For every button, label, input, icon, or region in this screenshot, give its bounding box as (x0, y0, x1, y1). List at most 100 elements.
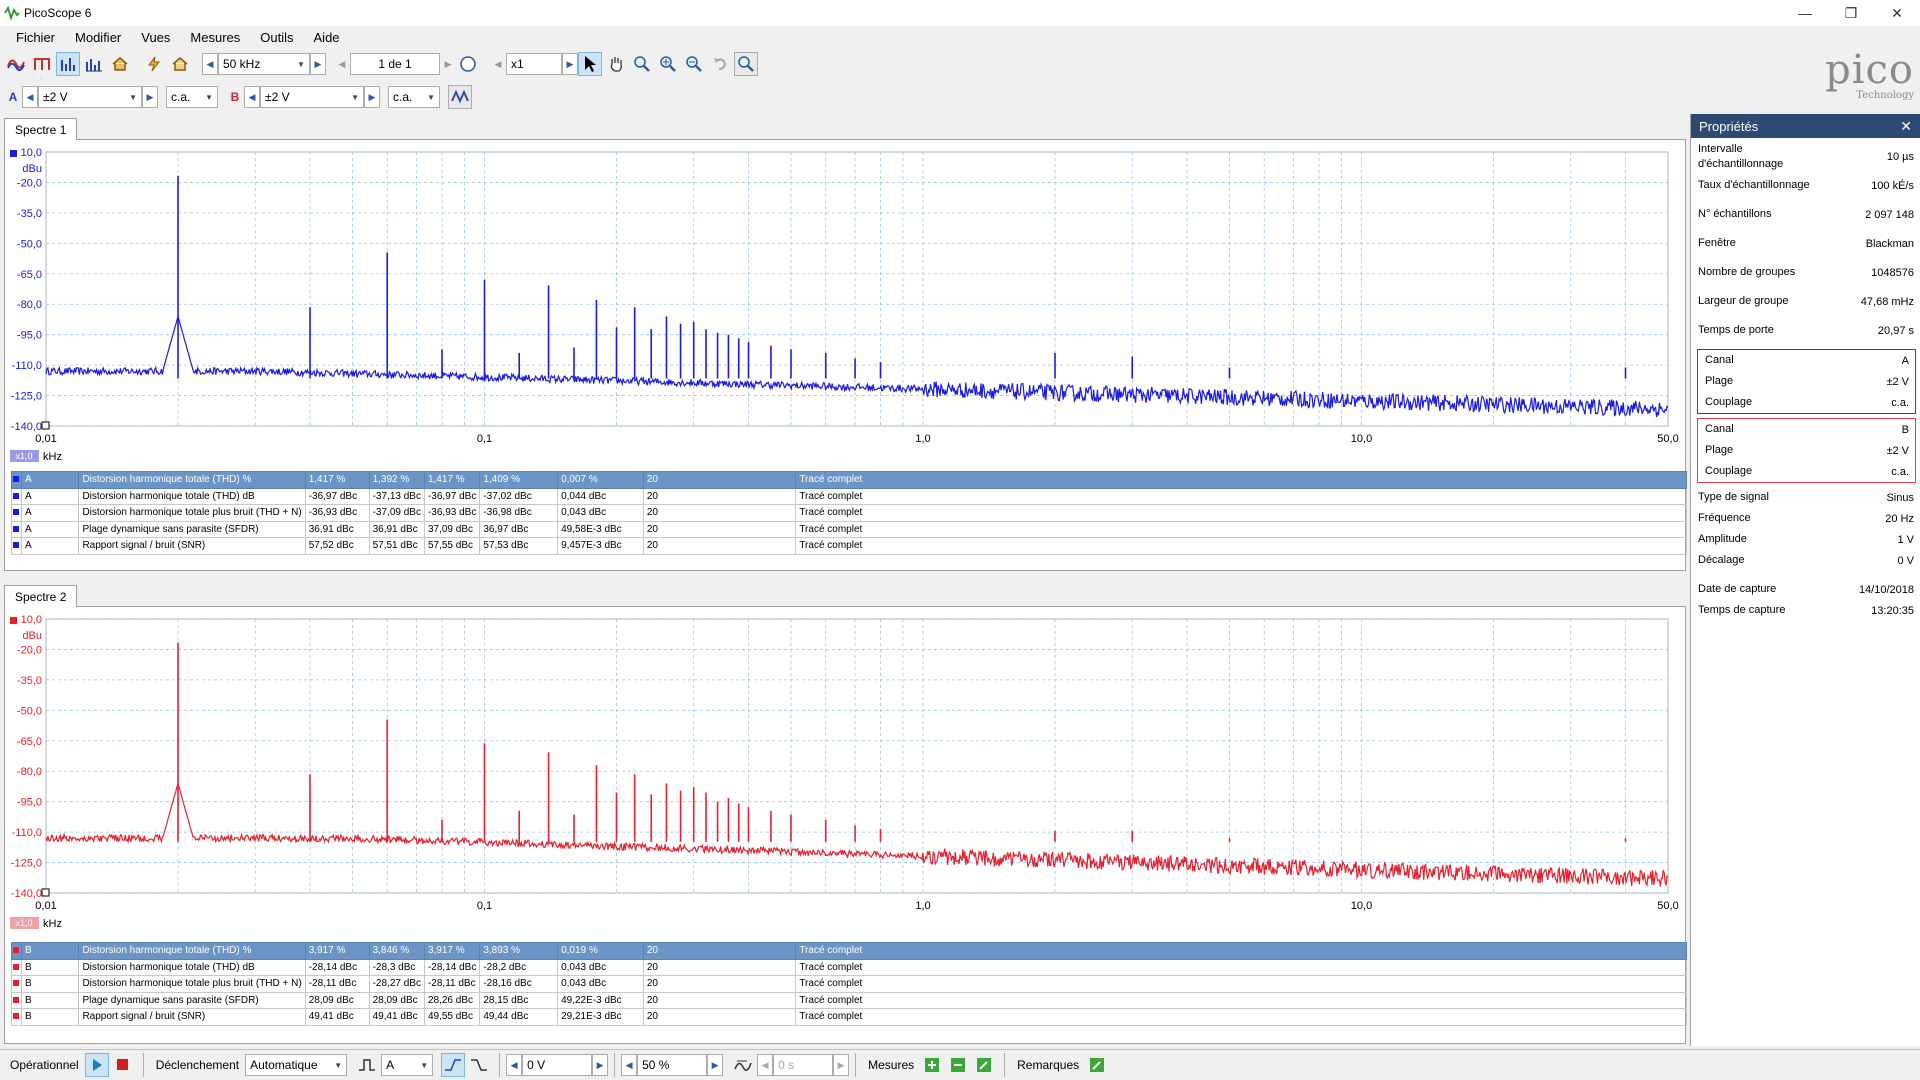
trigger-mode-select[interactable]: Automatique ▼ (245, 1054, 348, 1076)
edit-measure-icon[interactable] (972, 1053, 996, 1077)
row-marker (11, 520, 22, 538)
table-row[interactable]: B Rapport signal / bruit (SNR) 49,41 dBc 49… (11, 1008, 1687, 1026)
tab-spectre-1[interactable]: Spectre 1 (4, 118, 78, 140)
channel-marker (10, 150, 17, 157)
table-row[interactable]: B Plage dynamique sans parasite (SFDR) 28,… (11, 991, 1687, 1009)
table-row[interactable]: B Distorsion harmonique totale (THD) % 3,9… (11, 942, 1687, 960)
table-row[interactable]: A Distorsion harmonique totale plus bruit… (11, 504, 1687, 522)
trigger-type-icon[interactable] (355, 1053, 379, 1077)
channel-b-range-next-icon[interactable]: ▶ (364, 86, 380, 108)
menu-outils[interactable]: Outils (250, 30, 303, 45)
table-cell: -28,3 dBc (368, 958, 425, 976)
home-icon[interactable] (108, 52, 132, 76)
close-properties-icon[interactable]: ✕ (1900, 118, 1912, 135)
channel-b-coupling-select[interactable]: c.a. ▼ (388, 86, 440, 108)
table-cell: -37,02 dBc (479, 487, 559, 505)
y-tick-label: -80,0 (17, 766, 42, 778)
table-cell: B (20, 1008, 80, 1026)
table-row[interactable]: A Distorsion harmonique totale (THD) dB -3… (11, 487, 1687, 505)
undo-zoom-icon[interactable] (708, 52, 732, 76)
table-row[interactable]: A Plage dynamique sans parasite (SFDR) 36,… (11, 520, 1687, 538)
minimize-icon[interactable]: — (1782, 0, 1828, 26)
menu-modifier[interactable]: Modifier (65, 30, 131, 45)
table-cell: Tracé complet (795, 520, 1687, 538)
table-row[interactable]: A Rapport signal / bruit (SNR) 57,52 dBc 57… (11, 537, 1687, 555)
property-row: Largeur de groupe 47,68 mHz (1691, 287, 1920, 316)
threshold-prev-icon[interactable]: ◀ (506, 1054, 523, 1076)
delay-next-icon[interactable]: ▶ (833, 1054, 850, 1076)
compass-icon[interactable] (456, 52, 480, 76)
hand-tool-icon[interactable] (604, 52, 628, 76)
trigger-source-select[interactable]: A ▼ (381, 1054, 434, 1076)
tab-spectre-2[interactable]: Spectre 2 (4, 585, 78, 607)
channel-a-range-prev-icon[interactable]: ◀ (22, 86, 38, 108)
main-toolbar: ◀ 50 kHz ▼ ▶ ◀ 1 de 1 ▶ ◀ x1 ▶ (0, 49, 1920, 79)
channel-a-range-next-icon[interactable]: ▶ (142, 86, 158, 108)
zoom-out-icon[interactable] (682, 52, 706, 76)
rising-edge-icon[interactable] (441, 1053, 466, 1077)
add-measure-icon[interactable] (920, 1053, 944, 1077)
spectrum-2-plot[interactable]: 10,0 -20,0 -35,0 -50,0 -65,0 -80,0 -95,0 -110,0… (5, 607, 1685, 941)
stop-icon[interactable] (111, 1053, 135, 1077)
spectrum-persistence-icon[interactable] (82, 52, 106, 76)
properties-pane: Propriétés ✕ Intervalle d'échantillonnag… (1690, 114, 1920, 1046)
channel-a-label[interactable]: A (4, 86, 22, 108)
delay-prev-icon[interactable]: ◀ (757, 1054, 774, 1076)
table-row[interactable]: A Distorsion harmonique totale (THD) % 1,4… (11, 471, 1687, 489)
spectrum-1-plot[interactable]: 10,0 -20,0 -35,0 -50,0 -65,0 -80,0 -95,0 -110,0… (5, 140, 1685, 470)
property-row: Date de capture 14/10/2018 (1691, 579, 1920, 600)
remove-measure-icon[interactable] (946, 1053, 970, 1077)
menu-fichier[interactable]: Fichier (6, 30, 65, 45)
menu-vues[interactable]: Vues (131, 30, 180, 45)
timebase-select[interactable]: 50 kHz ▼ (218, 53, 310, 75)
zoom-overview-icon[interactable] (734, 52, 758, 76)
pretrigger-prev-icon[interactable]: ◀ (621, 1054, 638, 1076)
channel-b-label[interactable]: B (226, 86, 244, 108)
channel-a-range-select[interactable]: ±2 V ▼ (38, 86, 142, 108)
pointer-tool-icon[interactable] (578, 52, 602, 76)
property-key: Taux d'échantillonnage (1698, 179, 1810, 191)
page-next-icon[interactable]: ▶ (440, 53, 456, 75)
notes-icon[interactable] (1085, 1053, 1109, 1077)
channel-b-range-prev-icon[interactable]: ◀ (244, 86, 260, 108)
timebase-next-icon[interactable]: ▶ (310, 53, 326, 75)
y-tick-label: -50,0 (17, 705, 42, 717)
pretrigger-next-icon[interactable]: ▶ (707, 1054, 724, 1076)
spectrum-mode-icon[interactable] (56, 52, 80, 76)
channel-b-range-select[interactable]: ±2 V ▼ (260, 86, 364, 108)
table-row[interactable]: B Distorsion harmonique totale (THD) dB -2… (11, 958, 1687, 976)
math-channel-icon[interactable] (448, 85, 472, 109)
table-cell: 49,41 dBc (368, 1008, 425, 1026)
trigger-delay-field[interactable]: 0 s (773, 1054, 834, 1076)
threshold-next-icon[interactable]: ▶ (592, 1054, 609, 1076)
table-cell: A (20, 537, 80, 555)
table-cell: A (20, 520, 80, 538)
restore-icon[interactable]: ❐ (1828, 0, 1874, 26)
menu-aide[interactable]: Aide (304, 30, 350, 45)
menu-mesures[interactable]: Mesures (180, 30, 250, 45)
falling-edge-icon[interactable] (467, 1053, 491, 1077)
zoom-in-icon[interactable] (656, 52, 680, 76)
property-row: N° échantillons 2 097 148 (1691, 200, 1920, 229)
trigger-threshold-field[interactable]: 0 V (522, 1054, 593, 1076)
scope-mode-icon[interactable] (4, 52, 28, 76)
close-window-icon[interactable]: ✕ (1874, 0, 1920, 26)
pretrigger-field[interactable]: 50 % (637, 1054, 708, 1076)
page-prev-icon[interactable]: ◀ (334, 53, 350, 75)
channel-a-coupling-select[interactable]: c.a. ▼ (166, 86, 218, 108)
table-row[interactable]: B Distorsion harmonique totale plus bruit… (11, 975, 1687, 993)
table-cell: 36,97 dBc (479, 520, 559, 538)
signal-generator-icon[interactable] (142, 52, 166, 76)
zoom-prev-icon[interactable]: ◀ (490, 53, 506, 75)
reset-home-icon[interactable] (168, 52, 192, 76)
zoom-area-icon[interactable] (630, 52, 654, 76)
post-trigger-icon[interactable] (731, 1053, 755, 1077)
table-cell: 29,21E-3 dBc (557, 1008, 644, 1026)
zoom-factor[interactable]: x1 (506, 53, 562, 75)
y-tick-label: -65,0 (17, 269, 42, 281)
zoom-next-icon[interactable]: ▶ (562, 53, 578, 75)
timebase-prev-icon[interactable]: ◀ (202, 53, 218, 75)
run-icon[interactable] (84, 1053, 109, 1077)
chevron-down-icon: ▼ (297, 59, 305, 69)
persistence-mode-icon[interactable] (30, 52, 54, 76)
